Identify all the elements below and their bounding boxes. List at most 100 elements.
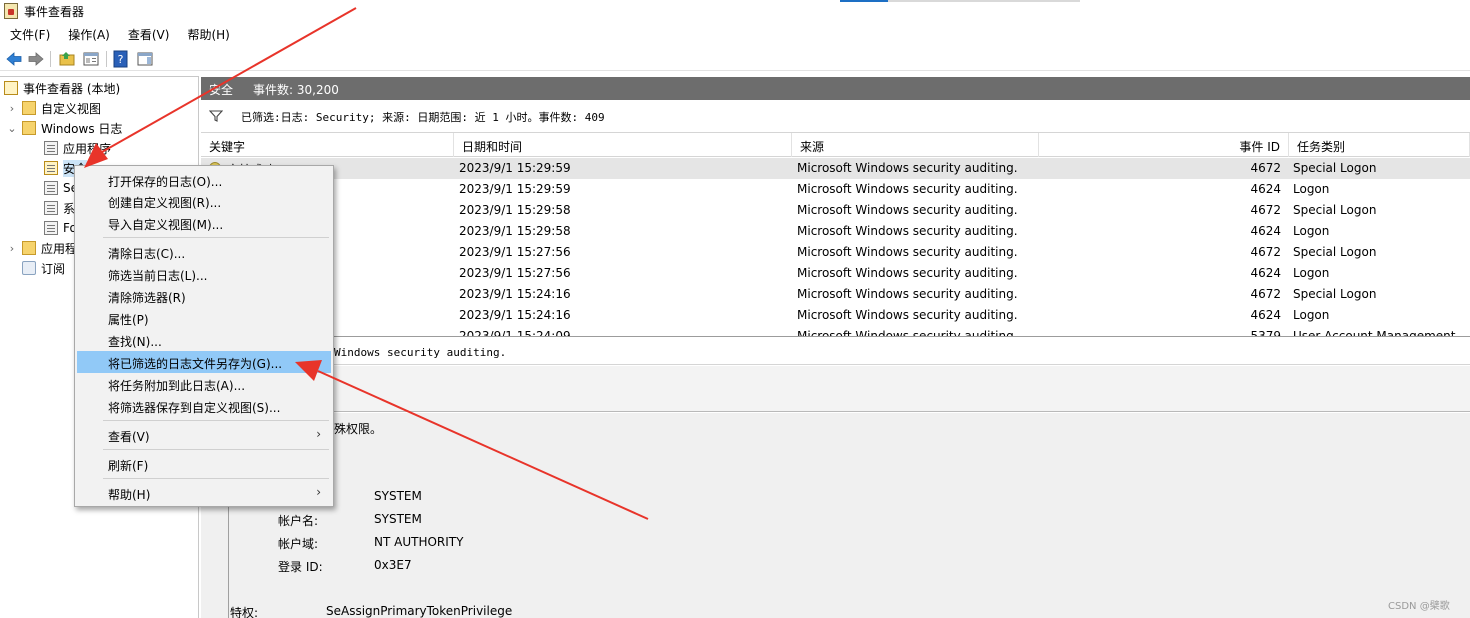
cell-source: Microsoft Windows security auditing.	[797, 203, 1018, 217]
menu-item-open-saved-log[interactable]: 打开保存的日志(O)...	[77, 169, 331, 191]
menu-item-clear-log[interactable]: 清除日志(C)...	[77, 241, 331, 263]
menu-item-refresh[interactable]: 刷新(F)	[77, 453, 331, 475]
menu-help[interactable]: 帮助(H)	[177, 24, 237, 44]
folder-icon	[22, 121, 36, 135]
menu-item-view[interactable]: 查看(V) ›	[77, 424, 331, 446]
event-viewer-icon	[4, 3, 18, 19]
watermark: CSDN @檗歌	[1388, 601, 1450, 612]
menu-action[interactable]: 操作(A)	[58, 24, 118, 44]
tree-item-applications-services[interactable]: › 应用程	[6, 238, 77, 258]
console-tree-icon[interactable]	[136, 50, 154, 68]
menu-item-properties[interactable]: 属性(P)	[77, 307, 331, 329]
table-row[interactable]: 2023/9/1 15:27:56 Microsoft Windows secur…	[201, 242, 1470, 263]
chevron-right-icon[interactable]: ›	[6, 242, 18, 255]
cell-datetime: 2023/9/1 15:24:16	[459, 308, 571, 322]
table-row[interactable]: 2023/9/1 15:29:59 Microsoft Windows secur…	[201, 179, 1470, 200]
help-icon[interactable]: ?	[112, 50, 130, 68]
background-window-edge	[840, 0, 888, 2]
menu-item-import-custom-view[interactable]: 导入自定义视图(M)...	[77, 212, 331, 234]
filter-description: 已筛选:日志: Security; 来源: 日期范围: 近 1 小时。事件数: …	[241, 111, 605, 124]
chevron-down-icon[interactable]: ⌄	[6, 122, 18, 135]
log-icon	[44, 221, 58, 235]
table-row[interactable]: 2023/9/1 15:24:16 Microsoft Windows secur…	[201, 284, 1470, 305]
menu-separator	[103, 237, 329, 238]
detail-privilege-value: SeAssignPrimaryTokenPrivilege	[326, 604, 513, 618]
menu-bar: 文件(F) 操作(A) 查看(V) 帮助(H)	[0, 24, 238, 44]
forward-arrow-icon[interactable]	[27, 50, 45, 68]
table-row[interactable]: 审核成功2023/9/1 15:29:59Microsoft Windows s…	[201, 158, 1470, 179]
cell-datetime: 2023/9/1 15:29:58	[459, 203, 571, 217]
detail-field-value: SYSTEM	[374, 489, 422, 503]
menu-separator	[103, 420, 329, 421]
tree-item-forwarded-events[interactable]: Fo	[44, 218, 77, 238]
menu-file[interactable]: 文件(F)	[0, 24, 58, 44]
tree-item-label: 应用程序	[63, 141, 112, 156]
detail-field-label: 帐户名:	[278, 514, 319, 528]
cell-task-category: Special Logon	[1293, 161, 1377, 175]
tree-item-label: 订阅	[41, 261, 66, 276]
detail-privilege-label: 特权:	[230, 606, 259, 618]
cell-task-category: User Account Management	[1293, 329, 1456, 337]
table-row[interactable]: 2023/9/1 15:29:58 Microsoft Windows secur…	[201, 221, 1470, 242]
table-row[interactable]: 2023/9/1 15:24:09 Microsoft Windows secur…	[201, 326, 1470, 337]
tree-item-setup[interactable]: Se	[44, 178, 78, 198]
menu-separator	[103, 478, 329, 479]
menu-item-attach-task[interactable]: 将任务附加到此日志(A)...	[77, 373, 331, 395]
tree-item-event-viewer-local[interactable]: 事件查看器 (本地)	[4, 78, 120, 98]
column-event-id[interactable]: 事件 ID	[1039, 133, 1289, 157]
detail-source-text: Windows security auditing.	[334, 346, 507, 359]
column-datetime[interactable]: 日期和时间	[454, 133, 792, 157]
cell-source: Microsoft Windows security auditing.	[797, 266, 1018, 280]
table-row[interactable]: 2023/9/1 15:29:58 Microsoft Windows secur…	[201, 200, 1470, 221]
subscriptions-icon	[22, 261, 36, 275]
cell-source: Microsoft Windows security auditing.	[797, 245, 1018, 259]
cell-event-id: 4672	[1250, 245, 1281, 259]
cell-source: Microsoft Windows security auditing.	[797, 287, 1018, 301]
menu-item-clear-filter[interactable]: 清除筛选器(R)	[77, 285, 331, 307]
cell-task-category: Logon	[1293, 224, 1330, 238]
menu-item-filter-current-log[interactable]: 筛选当前日志(L)...	[77, 263, 331, 285]
table-row[interactable]: 2023/9/1 15:27:56 Microsoft Windows secur…	[201, 263, 1470, 284]
back-arrow-icon[interactable]	[5, 50, 23, 68]
tree-item-subscriptions[interactable]: 订阅	[22, 258, 65, 278]
column-task-category[interactable]: 任务类别	[1289, 133, 1470, 157]
cell-source: Microsoft Windows security auditing.	[797, 224, 1018, 238]
cell-event-id: 4624	[1250, 182, 1281, 196]
column-source[interactable]: 来源	[792, 133, 1039, 157]
cell-task-category: Special Logon	[1293, 287, 1377, 301]
chevron-right-icon[interactable]: ›	[6, 102, 18, 115]
svg-text:?: ?	[118, 53, 124, 66]
column-keyword[interactable]: 关键字	[201, 133, 454, 157]
cell-source: Microsoft Windows security auditing.	[797, 329, 1018, 337]
cell-event-id: 5379	[1250, 329, 1281, 337]
menu-item-find[interactable]: 查找(N)...	[77, 329, 331, 351]
cell-task-category: Logon	[1293, 308, 1330, 322]
cell-event-id: 4624	[1250, 266, 1281, 280]
tree-item-windows-logs[interactable]: ⌄ Windows 日志	[6, 118, 122, 138]
tree-item-application[interactable]: 应用程序	[44, 138, 111, 158]
menu-item-create-custom-view[interactable]: 创建自定义视图(R)...	[77, 190, 331, 212]
tree-item-custom-views[interactable]: › 自定义视图	[6, 98, 101, 118]
cell-datetime: 2023/9/1 15:29:59	[459, 161, 571, 175]
menu-item-help[interactable]: 帮助(H) ›	[77, 482, 331, 504]
table-row[interactable]: 2023/9/1 15:24:16 Microsoft Windows secur…	[201, 305, 1470, 326]
menu-separator	[103, 449, 329, 450]
event-viewer-icon	[4, 81, 18, 95]
menu-view[interactable]: 查看(V)	[118, 24, 178, 44]
detail-source-line: Windows security auditing.	[201, 341, 1470, 365]
log-name: 安全	[209, 83, 234, 97]
folder-icon	[22, 101, 36, 115]
menu-item-save-filter-to-custom-view[interactable]: 将筛选器保存到自定义视图(S)...	[77, 395, 331, 417]
tree-item-system[interactable]: 系	[44, 198, 75, 218]
tree-item-label: 自定义视图	[41, 101, 102, 116]
detail-field-value: SYSTEM	[374, 512, 422, 526]
event-grid: 关键字 日期和时间 来源 事件 ID 任务类别 审核成功2023/9/1 15:…	[201, 132, 1470, 337]
properties-icon[interactable]	[82, 50, 100, 68]
cell-datetime: 2023/9/1 15:29:58	[459, 224, 571, 238]
open-folder-icon[interactable]	[58, 50, 76, 68]
menu-item-save-filtered-log-as[interactable]: 将已筛选的日志文件另存为(G)...	[77, 351, 331, 373]
log-icon	[44, 181, 58, 195]
cell-datetime: 2023/9/1 15:24:16	[459, 287, 571, 301]
detail-privileges-heading: 殊权限。	[334, 422, 383, 436]
cell-datetime: 2023/9/1 15:29:59	[459, 182, 571, 196]
